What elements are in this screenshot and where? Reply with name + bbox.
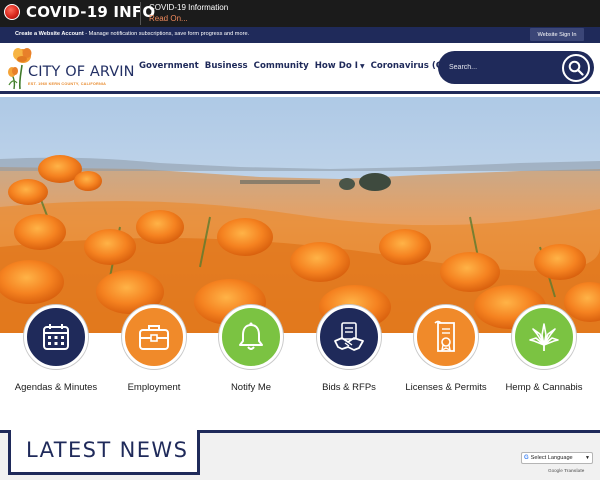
quick-link-bids[interactable]: Bids & RFPs <box>294 305 404 405</box>
quick-link-agendas[interactable]: Agendas & Minutes <box>1 305 111 405</box>
alert-heading: COVID-19 Information <box>149 3 229 12</box>
alert-bar: COVID-19 INFO COVID-19 Information Read … <box>0 0 600 27</box>
latest-news-heading: LATEST NEWS <box>26 438 189 462</box>
bell-icon <box>239 322 263 350</box>
quick-link-hemp-cannabis[interactable]: Hemp & Cannabis <box>489 305 599 405</box>
search-box <box>438 51 594 84</box>
chevron-down-icon: ▼ <box>359 63 365 70</box>
covid-info-badge[interactable]: COVID-19 INFO <box>4 3 155 21</box>
language-select[interactable]: G Select Language ▼ <box>521 452 593 464</box>
quick-link-bids-circle <box>317 305 381 369</box>
city-logo[interactable]: CITY OF ARVIN EST. 1960 KERN COUNTY, CAL… <box>6 45 138 91</box>
quick-link-employment-circle <box>122 305 186 369</box>
handshake-icon <box>334 322 364 351</box>
quick-link-agendas-label: Agendas & Minutes <box>14 382 98 393</box>
main-nav: Government Business Community How Do I ▼ … <box>139 61 486 71</box>
nav-item-community[interactable]: Community <box>254 61 309 71</box>
google-label: Google <box>548 468 563 473</box>
alert-divider <box>140 2 141 25</box>
quick-link-notify-me-circle <box>219 305 283 369</box>
nav-item-business[interactable]: Business <box>205 61 248 71</box>
latest-news-section: LATEST NEWS G Select Language ▼ Google T… <box>0 430 600 480</box>
chevron-down-icon: ▼ <box>585 455 590 461</box>
quick-link-hemp-circle <box>512 305 576 369</box>
quick-link-employment-label: Employment <box>127 382 181 393</box>
search-button[interactable] <box>562 54 590 82</box>
quick-link-licenses[interactable]: Licenses & Permits <box>391 305 501 405</box>
powered-by-google-translate[interactable]: Google Translate <box>548 468 584 473</box>
nav-item-government[interactable]: Government <box>139 61 199 71</box>
quick-link-licenses-label: Licenses & Permits <box>405 382 487 393</box>
site-header: CITY OF ARVIN EST. 1960 KERN COUNTY, CAL… <box>0 43 600 94</box>
nav-item-how-do-i-label: How Do I <box>314 61 358 71</box>
create-account-link[interactable]: Create a Website Account <box>15 31 84 37</box>
briefcase-icon <box>139 325 169 350</box>
alert-badge-label: COVID-19 INFO <box>26 3 156 21</box>
logo-city-name: CITY OF ARVIN <box>28 64 135 80</box>
quick-links: Agendas & Minutes Employment Notify Me B… <box>0 305 600 425</box>
nav-item-how-do-i[interactable]: How Do I ▼ <box>315 61 365 71</box>
hero-illustration <box>0 97 600 333</box>
hero-poppy-field-image <box>0 97 600 333</box>
google-g-icon: G <box>524 455 529 461</box>
quick-link-licenses-circle <box>414 305 478 369</box>
calendar-icon <box>43 324 69 350</box>
account-bar: Create a Website Account - Manage notifi… <box>0 27 600 43</box>
logo-tagline: EST. 1960 KERN COUNTY, CALIFORNIA <box>28 82 107 86</box>
certificate-icon <box>434 320 455 352</box>
latest-news-tab: LATEST NEWS <box>8 430 200 475</box>
quick-link-hemp-label: Hemp & Cannabis <box>505 382 583 393</box>
search-input[interactable] <box>449 59 564 76</box>
quick-link-bids-label: Bids & RFPs <box>322 382 376 393</box>
quick-link-notify-me[interactable]: Notify Me <box>196 305 306 405</box>
leaf-icon <box>529 323 559 351</box>
translate-label: Translate <box>564 468 585 473</box>
sign-in-button[interactable]: Website Sign In <box>530 28 584 41</box>
quick-link-notify-me-label: Notify Me <box>230 382 272 393</box>
alert-read-on-link[interactable]: Read On... <box>149 14 188 23</box>
quick-link-employment[interactable]: Employment <box>99 305 209 405</box>
alert-dot-icon <box>4 4 20 20</box>
account-message: Create a Website Account - Manage notifi… <box>15 31 249 37</box>
search-icon <box>568 60 584 76</box>
account-description: - Manage notification subscriptions, sav… <box>83 31 250 37</box>
language-select-label: Select Language <box>530 455 573 461</box>
quick-link-agendas-circle <box>24 305 88 369</box>
